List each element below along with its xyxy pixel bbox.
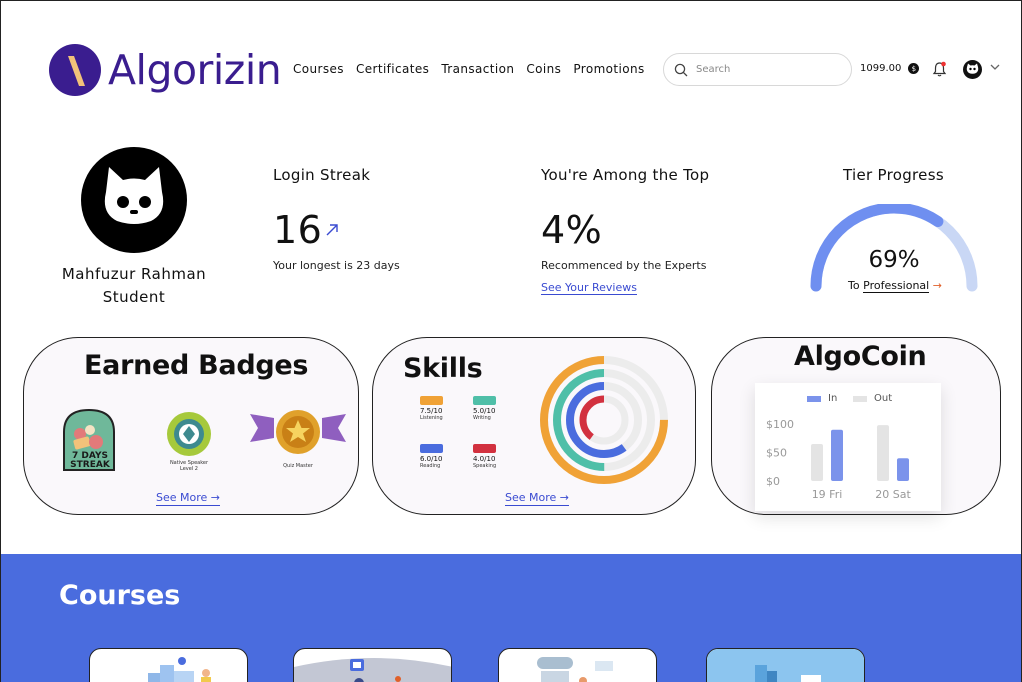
x-axis-label: 20 Sat — [875, 488, 911, 501]
speaking-score: 4.0/10 — [473, 455, 496, 463]
profile-name: Mahfuzur Rahman — [61, 265, 207, 283]
y-axis-label: $0 — [766, 475, 780, 488]
skills-title: Skills — [403, 353, 483, 384]
tier-percent: 69% — [868, 247, 920, 273]
brand-name: Algorizin — [108, 45, 282, 94]
writing-color-swatch — [473, 396, 496, 405]
bar-out-20-sat — [877, 425, 889, 481]
y-axis-label: $100 — [766, 418, 794, 431]
trend-up-arrow-icon — [326, 224, 338, 236]
legend-out-swatch — [853, 395, 867, 402]
listening-score: 7.5/10 — [420, 407, 443, 415]
coin-icon: $ — [908, 63, 920, 74]
tier-next-prefix: To — [848, 279, 860, 292]
brand-logo[interactable]: Algorizin — [49, 44, 282, 96]
badges-title: Earned Badges — [84, 350, 309, 381]
ranking-subtitle: Recommenced by the Experts — [541, 259, 707, 272]
chevron-down-icon[interactable] — [990, 64, 1000, 71]
reading-label: Reading — [420, 463, 441, 469]
search-input[interactable] — [696, 64, 836, 75]
profile-info: Mahfuzur Rahman Student — [41, 263, 227, 309]
course-thumbnail — [707, 649, 864, 682]
courses-title: Courses — [59, 580, 181, 611]
bar-in-20-sat — [897, 458, 909, 481]
algocoin-chart-panel: In Out $100 $50 $0 19 Fri 20 Sat — [755, 383, 941, 511]
legend-in-label: In — [828, 393, 838, 404]
streak-badge-line2: STREAK — [70, 460, 110, 470]
listening-color-swatch — [420, 396, 443, 405]
bar-out-19-fri — [811, 443, 823, 481]
main-nav: Courses Certificates Transaction Coins P… — [293, 62, 657, 76]
legend-out: Out — [853, 393, 892, 404]
profile-role: Student — [102, 288, 166, 306]
ranking-value: 4% — [541, 208, 603, 252]
skill-writing[interactable]: 5.0/10 Writing — [473, 396, 513, 421]
bar-in-19-fri — [831, 429, 843, 481]
login-streak-title: Login Streak — [273, 166, 371, 184]
badges-see-more-link[interactable]: See More → — [156, 491, 220, 506]
tier-title: Tier Progress — [843, 166, 944, 184]
y-axis-label: $50 — [766, 447, 787, 460]
course-thumbnail — [148, 657, 211, 682]
user-avatar[interactable] — [963, 60, 982, 79]
notification-bell-icon[interactable] — [932, 61, 947, 78]
login-streak-value: 16 — [273, 208, 323, 252]
login-streak-subtitle: Your longest is 23 days — [273, 259, 400, 272]
course-card[interactable] — [706, 648, 865, 682]
see-reviews-link[interactable]: See Your Reviews — [541, 281, 637, 294]
skill-listening[interactable]: 7.5/10 Listening — [420, 396, 460, 421]
native-badge-line2: Level 2 — [180, 466, 198, 472]
quiz-master-badge-icon — [250, 410, 346, 454]
badge-native-speaker[interactable]: Native Speaker Level 2 — [164, 410, 214, 472]
tier-next-name[interactable]: Professional — [863, 279, 930, 293]
top-header: Algorizin Courses Certificates Transacti… — [1, 1, 1021, 131]
badge-quiz-master[interactable]: Quiz Master — [250, 408, 346, 469]
writing-label: Writing — [473, 415, 491, 421]
legend-in-swatch — [807, 395, 821, 402]
nav-promotions[interactable]: Promotions — [573, 62, 644, 76]
skills-radial-chart — [540, 356, 668, 484]
x-axis-label: 19 Fri — [812, 488, 843, 501]
earned-badges-card: Earned Badges 7 DAYS STREAK Native Speak… — [23, 337, 359, 515]
listening-label: Listening — [420, 415, 443, 421]
tier-next-arrow: → — [932, 279, 942, 292]
reading-score: 6.0/10 — [420, 455, 443, 463]
coin-balance-value: 1099.00 — [860, 63, 902, 74]
legend-in: In — [807, 393, 837, 404]
coin-balance[interactable]: 1099.00 $ — [860, 63, 920, 74]
algocoin-title: AlgoCoin — [794, 341, 927, 372]
skills-card: Skills 7.5/10 Listening 5.0/10 Writing 6… — [372, 337, 696, 515]
nav-transaction[interactable]: Transaction — [441, 62, 514, 76]
nav-courses[interactable]: Courses — [293, 62, 344, 76]
search-icon — [674, 63, 688, 76]
course-card[interactable] — [498, 648, 657, 682]
legend-out-label: Out — [874, 393, 893, 404]
ranking-title: You're Among the Top — [541, 166, 710, 184]
badge-7-days-streak[interactable]: 7 DAYS STREAK — [60, 408, 118, 478]
course-thumbnail — [294, 658, 451, 682]
nav-coins[interactable]: Coins — [526, 62, 561, 76]
course-thumbnail — [537, 657, 613, 682]
reading-color-swatch — [420, 444, 443, 453]
courses-section: Courses — [1, 554, 1021, 682]
skill-speaking[interactable]: 4.0/10 Speaking — [473, 444, 513, 469]
algocoin-bar-chart: $100 $50 $0 19 Fri 20 Sat — [766, 418, 911, 501]
nav-certificates[interactable]: Certificates — [356, 62, 429, 76]
native-speaker-badge-icon — [167, 412, 211, 456]
logo-mark-icon — [49, 44, 101, 96]
speaking-color-swatch — [473, 444, 496, 453]
course-card[interactable] — [293, 648, 452, 682]
course-card[interactable] — [89, 648, 248, 682]
tier-next: To Professional → — [815, 279, 975, 293]
skills-see-more-link[interactable]: See More → — [505, 491, 569, 506]
speaking-label: Speaking — [473, 463, 497, 469]
profile-avatar[interactable] — [81, 147, 187, 253]
quiz-badge-label: Quiz Master — [283, 463, 313, 469]
search-box[interactable] — [663, 53, 852, 86]
skill-reading[interactable]: 6.0/10 Reading — [420, 444, 460, 469]
writing-score: 5.0/10 — [473, 407, 496, 415]
